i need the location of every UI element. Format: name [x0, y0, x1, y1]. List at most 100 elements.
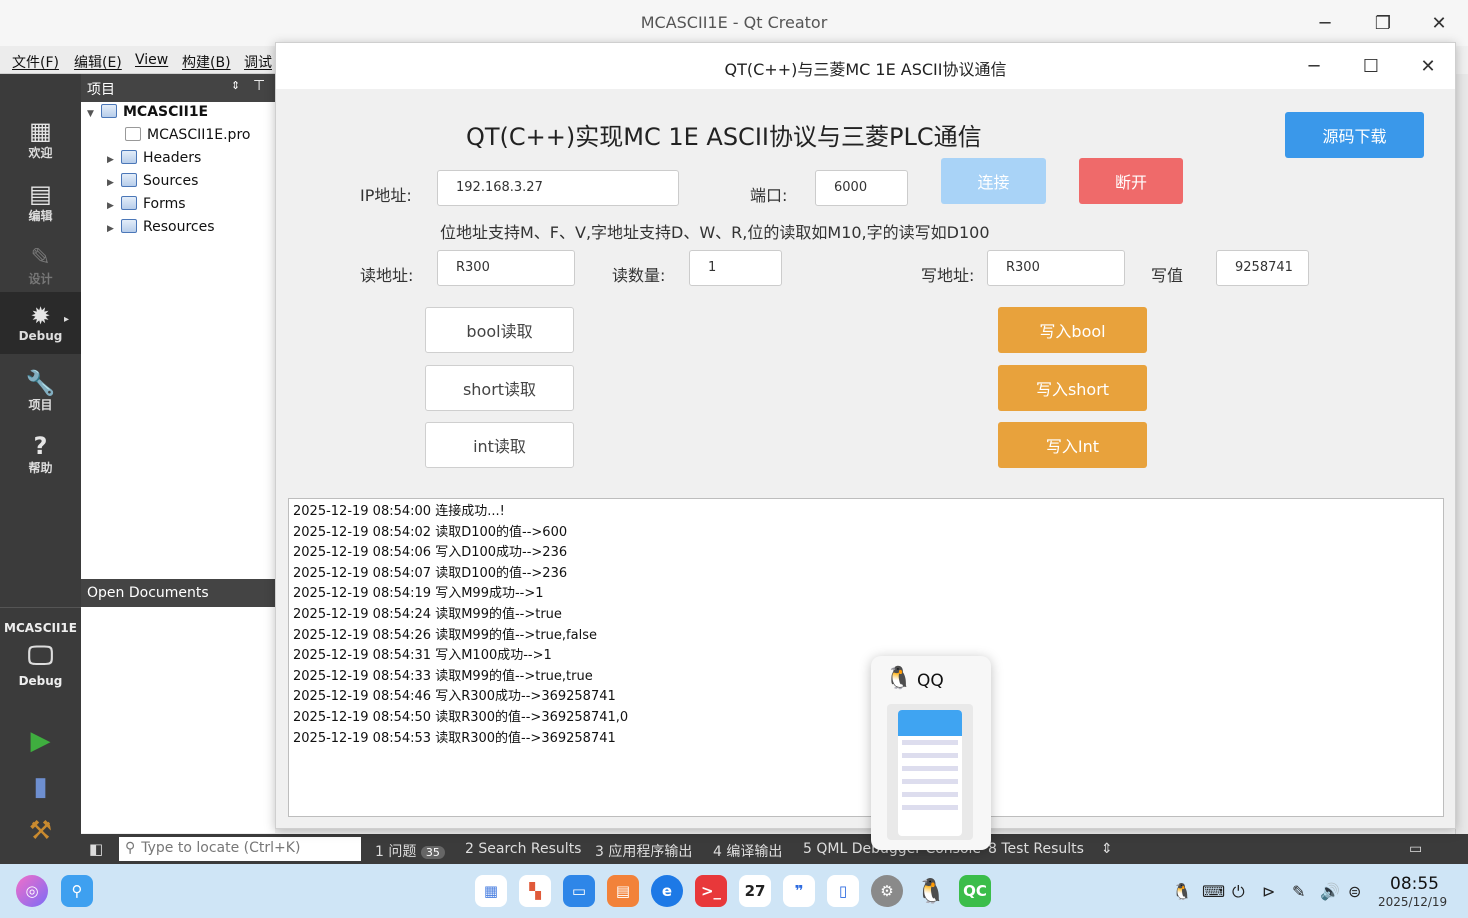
log-line: 2025-12-19 08:54:50 读取R300的值-->369258741… [293, 709, 629, 725]
sort-icon[interactable]: ⇕ [231, 79, 240, 92]
tab-num: 4 [713, 844, 722, 860]
pencil-icon: ✎ [30, 242, 51, 271]
bool-read-button[interactable]: bool读取 [425, 307, 574, 353]
restore-icon[interactable]: ❐ [1368, 8, 1398, 38]
tab-compile-output[interactable]: 4 编译输出 [713, 841, 782, 861]
qq-thumb-row [902, 740, 958, 745]
log-line: 2025-12-19 08:54:07 读取D100的值-->236 [293, 565, 568, 581]
tab-test-results[interactable]: 8 Test Results [988, 841, 1084, 857]
mode-projects[interactable]: 🔧 项目 [0, 360, 81, 422]
filter-icon[interactable]: ⊤ [253, 78, 265, 94]
mode-help[interactable]: ? 帮助 [0, 423, 81, 485]
editor-scroll-strip[interactable] [1455, 74, 1468, 834]
keyboard-icon[interactable]: ⌨ [1202, 882, 1225, 901]
debug-run-icon[interactable]: ▮ [0, 772, 81, 802]
minimize-icon[interactable]: ─ [1310, 8, 1340, 38]
terminal-icon[interactable]: >_ [695, 875, 727, 907]
chevron-right-icon: ▶ [107, 155, 114, 165]
mode-debug[interactable]: ✹ Debug ▸ [0, 292, 81, 354]
menu-view[interactable]: View [135, 52, 168, 68]
qq-icon[interactable]: 🐧 [915, 875, 947, 907]
file-manager-icon[interactable]: ▭ [563, 875, 595, 907]
tree-item-label: Forms [143, 196, 186, 212]
output-toggle-icon[interactable]: ▭ [1409, 841, 1422, 857]
qtcreator-icon[interactable]: QC [959, 875, 991, 907]
qq-thumb-header [898, 710, 962, 736]
open-documents-list[interactable] [81, 607, 275, 833]
tree-item-pro[interactable]: MCASCII1E.pro [125, 127, 250, 149]
toggle-icon[interactable]: ⊜ [1348, 882, 1361, 901]
tree-root-label: MCASCII1E [123, 104, 209, 120]
app-close-icon[interactable]: ✕ [1413, 51, 1443, 81]
short-write-button[interactable]: 写入short [998, 365, 1147, 411]
tree-item-forms[interactable]: ▶ Forms [107, 196, 186, 218]
qq-window-preview[interactable]: 🐧 QQ [871, 656, 991, 850]
menu-edit[interactable]: 编辑(E) [74, 52, 122, 72]
pen-icon[interactable]: ✎ [1292, 882, 1305, 901]
sidebar-toggle-icon[interactable]: ◧ [89, 840, 103, 858]
media-icon[interactable]: ⊳ [1262, 882, 1275, 901]
mode-welcome[interactable]: ▦ 欢迎 [0, 108, 81, 170]
run-icon[interactable]: ▶ [0, 726, 81, 756]
connect-button[interactable]: 连接 [941, 158, 1046, 204]
qq-preview-label: QQ [917, 671, 944, 691]
log-output[interactable]: 2025-12-19 08:54:00 连接成功...! 2025-12-19 … [288, 498, 1444, 817]
bool-write-button[interactable]: 写入bool [998, 307, 1147, 353]
app-grid-icon[interactable]: ▦ [475, 875, 507, 907]
int-write-button[interactable]: 写入Int [998, 422, 1147, 468]
close-icon[interactable]: ✕ [1424, 8, 1454, 38]
menu-debug[interactable]: 调试 [244, 52, 272, 72]
tab-issues[interactable]: 1 问题 35 [375, 841, 445, 861]
kit-mode: Debug [18, 674, 63, 688]
tab-application-output[interactable]: 3 应用程序输出 [595, 841, 692, 861]
tree-root[interactable]: ▼ MCASCII1E [87, 104, 208, 126]
tree-item-resources[interactable]: ▶ Resources [107, 219, 215, 241]
clock-date[interactable]: 2025/12/19 [1378, 895, 1447, 909]
tree-item-sources[interactable]: ▶ Sources [107, 173, 198, 195]
disconnect-button[interactable]: 断开 [1079, 158, 1183, 204]
app-minimize-icon[interactable]: ─ [1299, 51, 1329, 81]
browser-icon[interactable]: e [651, 875, 683, 907]
launcher-icon[interactable]: ◎ [16, 875, 48, 907]
settings-icon[interactable]: ⚙ [871, 875, 903, 907]
tree-item-headers[interactable]: ▶ Headers [107, 150, 201, 172]
menu-file[interactable]: 文件(F) [12, 52, 59, 72]
widgets-icon[interactable]: ▚ [519, 875, 551, 907]
calendar-day: 27 [744, 882, 766, 900]
tab-search-results[interactable]: 2 Search Results [465, 841, 581, 857]
short-read-button[interactable]: short读取 [425, 365, 574, 411]
port-input[interactable]: 6000 [815, 170, 908, 206]
int-read-button[interactable]: int读取 [425, 422, 574, 468]
tab-num: 5 [803, 841, 812, 857]
mode-design[interactable]: ✎ 设计 [0, 234, 81, 296]
app-store-icon[interactable]: ▤ [607, 875, 639, 907]
write-value-label: 写值 [1151, 266, 1184, 285]
qq-tray-icon[interactable]: 🐧 [1172, 882, 1192, 901]
output-pane-bar: ◧ ⚲ Type to locate (Ctrl+K) 1 问题 35 2 Sea… [81, 834, 1468, 864]
write-value-input[interactable]: 9258741 [1216, 250, 1309, 286]
locator-input[interactable]: ⚲ Type to locate (Ctrl+K) [119, 837, 361, 861]
clock-time[interactable]: 08:55 [1390, 874, 1439, 894]
tree-item-label: Sources [143, 173, 199, 189]
read-address-input[interactable]: R300 [437, 250, 575, 286]
chat-icon[interactable]: ❞ [783, 875, 815, 907]
search-icon[interactable]: ⚲ [61, 875, 93, 907]
tab-num: 3 [595, 844, 604, 860]
read-count-input[interactable]: 1 [689, 250, 782, 286]
updown-icon[interactable]: ⇕ [1101, 841, 1113, 857]
download-source-button[interactable]: 源码下载 [1285, 112, 1424, 158]
log-line: 2025-12-19 08:54:33 读取M99的值-->true,true [293, 668, 593, 684]
app-maximize-icon[interactable]: ☐ [1356, 51, 1386, 81]
kit-selector[interactable]: MCASCII1E 🖵 Debug [0, 609, 81, 688]
toolbox-icon[interactable]: ▯ [827, 875, 859, 907]
write-address-input[interactable]: R300 [987, 250, 1125, 286]
mode-edit[interactable]: ▤ 编辑 [0, 171, 81, 233]
qq-thumb-row [902, 779, 958, 784]
log-line: 2025-12-19 08:54:53 读取R300的值-->369258741 [293, 730, 616, 746]
volume-icon[interactable]: 🔊 [1320, 882, 1340, 901]
ip-input[interactable]: 192.168.3.27 [437, 170, 679, 206]
hammer-icon[interactable]: ⚒ [0, 816, 81, 846]
power-icon[interactable]: ⏻ [1232, 882, 1245, 902]
menu-build[interactable]: 构建(B) [182, 52, 231, 72]
calendar-icon[interactable]: 27 [739, 875, 771, 907]
